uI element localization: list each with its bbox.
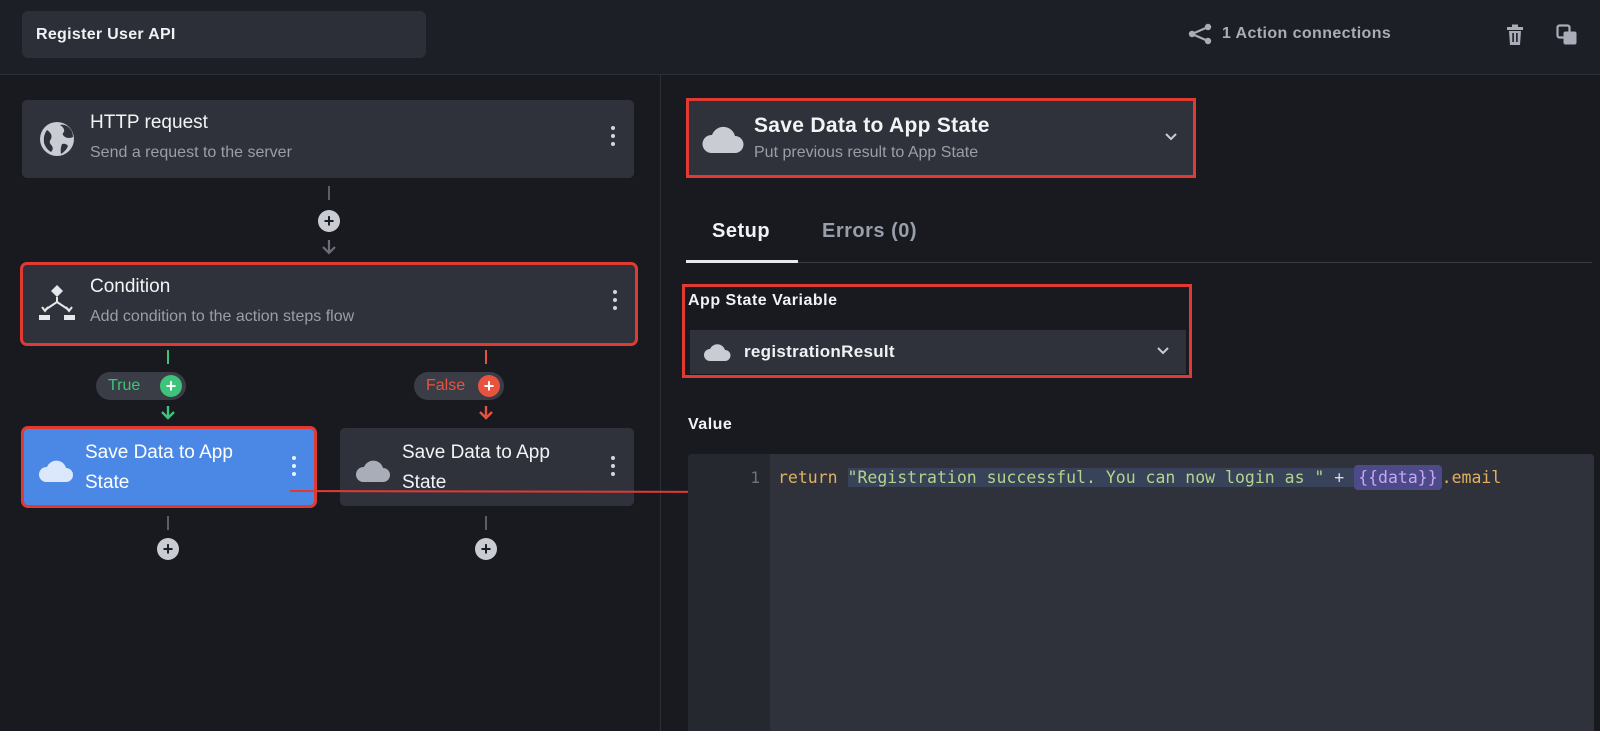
share-icon: [1188, 23, 1212, 45]
app-state-variable-select[interactable]: registrationResult: [690, 330, 1186, 374]
more-vertical-icon[interactable]: [610, 456, 616, 480]
node-title: Save Data to App State: [85, 442, 233, 493]
cloud-icon: [38, 460, 73, 482]
connections-label: 1 Action connections: [1222, 25, 1392, 42]
trash-icon[interactable]: [1504, 24, 1526, 46]
chevron-down-icon: [1165, 133, 1177, 141]
code-line[interactable]: return "Registration successful. You can…: [778, 465, 1502, 490]
app-state-variable-value: registrationResult: [744, 342, 895, 361]
line-number: 1: [750, 468, 760, 487]
app-state-variable-label: App State Variable: [688, 292, 838, 309]
value-code-editor[interactable]: 1 return "Registration successful. You c…: [688, 454, 1594, 731]
true-branch-pill[interactable]: True +: [96, 372, 186, 400]
more-vertical-icon[interactable]: [291, 456, 297, 480]
code-property: .email: [1441, 468, 1502, 487]
node-subtitle: Add condition to the action steps flow: [90, 308, 355, 325]
true-save-data-node[interactable]: Save Data to App State: [21, 426, 317, 508]
add-true-step-plus-icon[interactable]: +: [160, 375, 182, 397]
connector-line: [167, 516, 169, 530]
true-branch-line: [167, 350, 169, 364]
arrow-down-icon: [479, 406, 493, 420]
false-branch-line: [485, 350, 487, 364]
editor-gutter: 1: [688, 454, 770, 731]
false-label: False: [426, 377, 466, 394]
tab-errors[interactable]: Errors (0): [822, 220, 917, 270]
code-keyword: return: [778, 468, 838, 487]
copy-icon[interactable]: [1556, 24, 1578, 46]
add-step-plus-icon[interactable]: +: [475, 538, 497, 560]
action-type-select[interactable]: Save Data to App State Put previous resu…: [686, 98, 1196, 178]
code-string: "Registration successful. You can now lo…: [847, 468, 1325, 487]
http-request-node[interactable]: HTTP request Send a request to the serve…: [22, 100, 634, 178]
panel-divider: [660, 74, 661, 731]
condition-node[interactable]: Condition Add condition to the action st…: [20, 262, 638, 346]
arrow-down-icon: [322, 240, 336, 255]
add-false-step-plus-icon[interactable]: +: [478, 375, 500, 397]
top-bar: Register User API 1 Action connections: [0, 0, 1600, 75]
action-connections-button[interactable]: 1 Action connections: [1188, 22, 1391, 46]
add-step-plus-icon[interactable]: +: [157, 538, 179, 560]
value-label: Value: [688, 416, 733, 433]
action-subtitle: Put previous result to App State: [754, 144, 979, 161]
chevron-down-icon: [1157, 347, 1169, 355]
cloud-icon: [704, 344, 731, 361]
connector-line: [485, 516, 487, 530]
globe-icon: [40, 122, 74, 156]
action-title: Save Data to App State: [754, 114, 990, 137]
node-title: HTTP request: [90, 112, 208, 133]
add-step-plus-icon[interactable]: +: [318, 210, 340, 232]
true-label: True: [108, 377, 141, 394]
connector-line: [328, 186, 330, 200]
cloud-icon: [702, 126, 744, 153]
false-branch-pill[interactable]: False +: [414, 372, 504, 400]
node-title: Condition: [90, 276, 171, 297]
condition-icon: [39, 285, 75, 320]
node-subtitle: Send a request to the server: [90, 144, 292, 161]
code-operator: +: [1324, 468, 1355, 487]
arrow-down-icon: [161, 406, 175, 420]
template-variable-chip[interactable]: {{data}}: [1354, 465, 1442, 490]
active-tab-indicator: [686, 260, 798, 263]
more-vertical-icon[interactable]: [610, 126, 616, 150]
action-name-field[interactable]: Register User API: [22, 11, 426, 58]
more-vertical-icon[interactable]: [612, 290, 618, 314]
